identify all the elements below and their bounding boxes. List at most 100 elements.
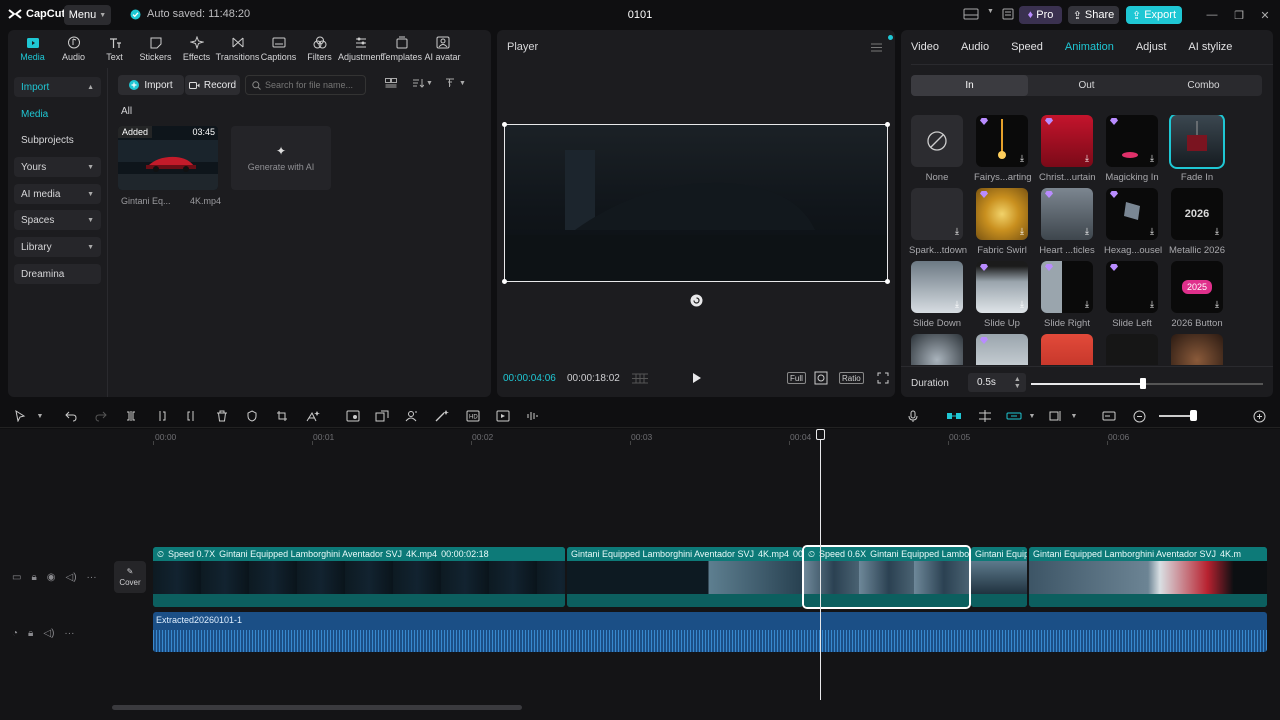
timeline-grid-icon[interactable] [631, 373, 649, 384]
track-thumbnail-icon[interactable]: ▭ [12, 572, 21, 583]
crop-icon[interactable] [814, 371, 828, 385]
zoom-in-icon[interactable] [1251, 408, 1267, 424]
tab-combo[interactable]: Combo [1145, 75, 1262, 96]
playhead[interactable] [820, 429, 821, 700]
minimize-icon[interactable]: — [1204, 7, 1220, 23]
tab-media[interactable]: Media [12, 30, 53, 68]
chevron-down-icon[interactable]: ▼ [1024, 408, 1040, 424]
tab-speed[interactable]: Speed [1011, 41, 1043, 53]
media-thumbnail[interactable]: Added 03:45 [118, 126, 218, 190]
more-icon[interactable]: ··· [64, 628, 74, 639]
resize-handle[interactable] [502, 122, 507, 127]
download-icon[interactable]: ⤓ [1150, 299, 1154, 310]
ratio-button[interactable]: Ratio [839, 372, 864, 384]
magic-wand-icon[interactable] [434, 408, 450, 424]
sort-button[interactable]: ▼ [412, 78, 433, 88]
download-icon[interactable]: ⤓ [1215, 299, 1219, 310]
tab-adjust[interactable]: Adjust [1136, 41, 1167, 53]
share-button[interactable]: ⇪ Share [1068, 6, 1119, 24]
download-icon[interactable]: ⤓ [955, 299, 959, 310]
sidebar-item-yours[interactable]: Yours ▼ [14, 157, 101, 177]
snap-icon[interactable] [977, 408, 993, 424]
tab-out[interactable]: Out [1028, 75, 1145, 96]
chevron-down-icon[interactable]: ▼ [987, 8, 994, 20]
split-icon[interactable] [123, 408, 139, 424]
tab-audio[interactable]: Audio [53, 30, 94, 68]
import-button[interactable]: Import [118, 75, 184, 95]
replace-icon[interactable] [374, 408, 390, 424]
tab-text[interactable]: Text [94, 30, 135, 68]
sidebar-item-subprojects[interactable]: Subprojects [14, 130, 101, 150]
redo-icon[interactable] [93, 408, 109, 424]
duration-slider-handle[interactable] [1140, 378, 1146, 389]
download-icon[interactable]: ⤓ [1150, 153, 1154, 164]
grid-view-icon[interactable] [385, 78, 397, 88]
lock-icon[interactable]: 🔒︎ [28, 628, 33, 639]
playhead-handle[interactable] [816, 429, 825, 440]
timeline-ruler[interactable]: 00:00 00:01 00:02 00:03 00:04 00:05 00:0… [150, 429, 1268, 447]
animation-fabric-swirl[interactable]: ⤓ Fabric Swirl [974, 188, 1030, 256]
record-button[interactable]: Record [185, 75, 240, 95]
full-button[interactable]: Full [787, 372, 806, 384]
delete-icon[interactable] [214, 408, 230, 424]
animation-slide-down[interactable]: ⤓ Slide Down [909, 261, 965, 329]
tab-transitions[interactable]: Transitions [216, 30, 259, 68]
tab-effects[interactable]: Effects [176, 30, 217, 68]
tab-ai-avatar[interactable]: AI avatar [422, 30, 463, 68]
download-icon[interactable]: ⤓ [1020, 226, 1024, 237]
restore-icon[interactable]: ❐ [1231, 7, 1247, 23]
video-preview[interactable] [502, 122, 890, 284]
sidebar-item-spaces[interactable]: Spaces ▼ [14, 210, 101, 230]
tab-filters[interactable]: Filters [299, 30, 340, 68]
timeline-scrollbar[interactable] [112, 705, 522, 710]
tab-captions[interactable]: Captions [258, 30, 299, 68]
duration-input[interactable]: 0.5s ▲ ▼ [968, 373, 1026, 392]
audio-clip[interactable]: Extracted20260101-1 [153, 612, 1267, 652]
animation-hexag-ousel[interactable]: ⤓ Hexag...ousel [1104, 188, 1162, 256]
download-icon[interactable]: ⤓ [955, 226, 959, 237]
split-left-icon[interactable] [154, 408, 170, 424]
tab-stickers[interactable]: Stickers [135, 30, 176, 68]
animation-heart-particles[interactable]: ⤓ Heart ...ticles [1039, 188, 1095, 256]
animation-spark-tdown[interactable]: ⤓ Spark...tdown [909, 188, 967, 256]
video-clip[interactable]: Gintani Equipped Lamborghini Aventador S… [567, 547, 803, 607]
select-tool-icon[interactable] [12, 408, 28, 424]
microphone-icon[interactable] [905, 408, 921, 424]
menu-button[interactable]: Menu ▼ [64, 5, 111, 25]
animation-slide-left[interactable]: ⤓ Slide Left [1104, 261, 1160, 329]
download-icon[interactable]: ⤓ [1150, 226, 1154, 237]
fullscreen-icon[interactable] [877, 372, 889, 384]
split-right-icon[interactable] [183, 408, 199, 424]
player-menu-icon[interactable] [871, 43, 882, 52]
video-clip[interactable]: Gintani Equipped Lamborghini Aventador S… [1029, 547, 1267, 607]
volume-icon[interactable]: ◁) [43, 628, 54, 639]
chevron-down-icon[interactable]: ▼ [32, 408, 48, 424]
video-clip[interactable]: Gintani Equipp [971, 547, 1027, 607]
sidebar-item-library[interactable]: Library ▼ [14, 237, 101, 257]
animation-christ-curtain[interactable]: ⤓ Christ...urtain [1039, 115, 1096, 183]
stepper-icon[interactable]: ▲ ▼ [1014, 376, 1021, 390]
freeze-frame-icon[interactable] [495, 408, 511, 424]
timeline-settings-icon[interactable] [1101, 408, 1117, 424]
animation-tile[interactable] [909, 334, 965, 365]
cover-button[interactable]: ✎ Cover [114, 561, 146, 593]
pro-button[interactable]: ♦ Pro [1019, 6, 1062, 24]
tab-adjustment[interactable]: Adjustment [338, 30, 383, 68]
mirror-icon[interactable] [345, 408, 361, 424]
animation-fairys-sparting[interactable]: ⤓ Fairys...arting [974, 115, 1032, 183]
animation-none[interactable]: None [909, 115, 965, 183]
animation-metallic-2026[interactable]: 2026 ⤓ Metallic 2026 [1169, 188, 1225, 256]
volume-icon[interactable]: ◁) [66, 572, 77, 583]
close-icon[interactable]: ✕ [1257, 7, 1273, 23]
animation-slide-up[interactable]: ⤓ Slide Up [974, 261, 1030, 329]
layout-icon[interactable] [963, 8, 979, 20]
more-icon[interactable]: ··· [87, 572, 97, 583]
generate-with-ai-card[interactable]: ✦ Generate with AI [231, 126, 331, 190]
hd-icon[interactable]: HD [465, 408, 481, 424]
animation-fade-in[interactable]: Fade In [1169, 115, 1225, 183]
search-input[interactable] [265, 80, 365, 90]
sidebar-item-import[interactable]: Import ▲ [14, 77, 101, 97]
chevron-down-icon[interactable]: ▼ [1066, 408, 1082, 424]
download-icon[interactable]: ⤓ [1020, 153, 1024, 164]
animation-tile[interactable] [1169, 334, 1225, 365]
